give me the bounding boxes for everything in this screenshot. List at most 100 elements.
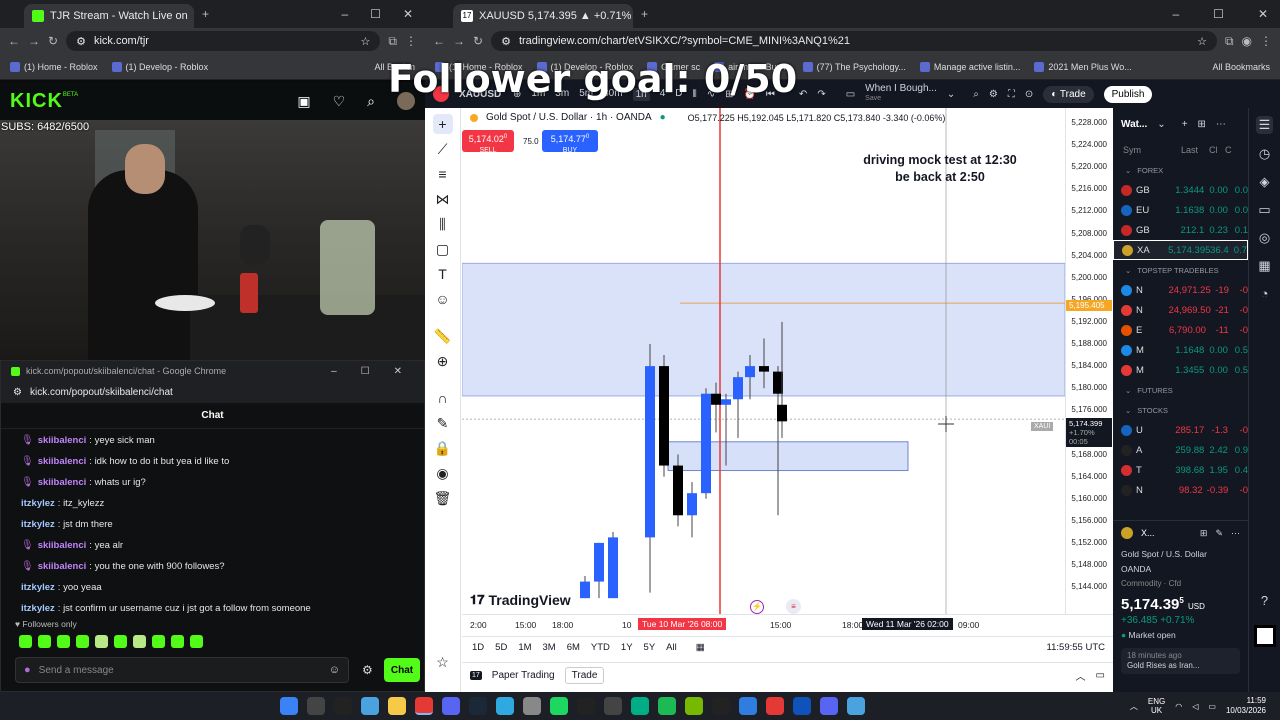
app-icon[interactable]	[712, 697, 730, 715]
file-explorer-icon[interactable]	[388, 697, 406, 715]
minimize-icon[interactable]: –	[341, 7, 348, 21]
snapshot-icon[interactable]: ⊙	[1025, 89, 1033, 100]
edit-icon[interactable]: ✎	[1215, 528, 1223, 539]
lock-drawing-icon[interactable]: ✎	[433, 413, 453, 433]
chat-input[interactable]: ● Send a message ☺	[15, 657, 349, 683]
watchlist-row[interactable]: T 398.68 1.95 0.4	[1113, 460, 1248, 480]
bookmark-item[interactable]: 2021 Men Plus Wo...	[1034, 61, 1132, 72]
watchlist-section[interactable]: ⌄ TOPSTEP TRADEBLES	[1113, 260, 1248, 280]
bookmark-item[interactable]: (1) Develop - Roblox	[111, 61, 208, 72]
crosshair-icon[interactable]: +	[432, 114, 453, 134]
chrome-icon[interactable]	[415, 697, 433, 715]
app-icon[interactable]	[766, 697, 784, 715]
xbox-icon[interactable]	[631, 697, 649, 715]
news-card[interactable]: 18 minutes ago Gold Rises as Iran...	[1121, 648, 1240, 674]
emoji-icon[interactable]: ☺	[329, 664, 340, 676]
back-icon[interactable]: ←	[433, 34, 445, 48]
favorites-star-icon[interactable]: ☆	[433, 652, 453, 672]
range-3M[interactable]: 3M	[543, 642, 556, 653]
zoom-icon[interactable]: ⊕	[433, 351, 453, 371]
menu-icon[interactable]: ⋮	[1260, 34, 1272, 48]
publish-button[interactable]: Publish	[1103, 85, 1153, 103]
watchlist-section[interactable]: ⌄ FUTURES	[1113, 380, 1248, 400]
shape-icon[interactable]: ▢	[433, 239, 453, 259]
ideas-icon[interactable]: ◎	[1259, 230, 1270, 246]
kick-logo[interactable]: KICK	[10, 90, 63, 113]
grid-icon[interactable]: ⊞	[1200, 528, 1208, 539]
watchlist-row[interactable]: N 24,971.25 -19 -0	[1113, 280, 1248, 300]
reload-icon[interactable]: ↻	[48, 34, 58, 48]
follow-heart-icon[interactable]: ♡	[333, 93, 346, 110]
watchlist-row[interactable]: A 259.88 2.42 0.9	[1113, 440, 1248, 460]
emote-icon[interactable]	[152, 635, 165, 648]
chart-pane[interactable]: Gold Spot / U.S. Dollar · 1h · OANDA ● O…	[462, 108, 1065, 636]
layout-box-icon[interactable]: ▭	[846, 89, 855, 100]
maximize-icon[interactable]: ☐	[1213, 7, 1224, 21]
watchlist-layout-icon[interactable]: ⊞	[1198, 119, 1206, 130]
redo-icon[interactable]: ↷	[817, 89, 825, 100]
battery-icon[interactable]: ▭	[1208, 702, 1216, 711]
menu-icon[interactable]: ⋮	[405, 34, 417, 48]
range-YTD[interactable]: YTD	[591, 642, 610, 653]
paper-trading-tab[interactable]: Paper Trading	[492, 670, 555, 681]
profile-icon[interactable]: ◉	[1242, 34, 1252, 48]
date-range-icon[interactable]: ▦	[696, 642, 705, 653]
range-1D[interactable]: 1D	[472, 642, 484, 653]
epic-icon[interactable]	[793, 697, 811, 715]
utc-clock[interactable]: 11:59:55 UTC	[1047, 642, 1105, 653]
chat-icon[interactable]: ▭	[1258, 202, 1270, 218]
range-All[interactable]: All	[666, 642, 677, 653]
watchlist-section[interactable]: ⌄ FOREX	[1113, 160, 1248, 180]
candle-body[interactable]	[777, 404, 787, 422]
search-icon[interactable]: ⌕	[973, 89, 979, 100]
watchlist-section[interactable]: ⌄ STOCKS	[1113, 400, 1248, 420]
candle-body[interactable]	[659, 366, 669, 466]
left-tab-tjr[interactable]: TJR Stream - Watch Live on ✕	[24, 4, 194, 28]
watchlist-row[interactable]: GB 212.1 0.23 0.1	[1113, 220, 1248, 240]
browse-icon[interactable]: ▣	[297, 93, 310, 110]
terminal-icon[interactable]	[334, 697, 352, 715]
watchlist-row[interactable]: U 285.17 -1.3 -0	[1113, 420, 1248, 440]
bookmark-star-icon[interactable]: ☆	[361, 35, 371, 48]
detail-symbol[interactable]: X...	[1141, 528, 1155, 538]
pattern-icon[interactable]: ⋈	[433, 189, 453, 209]
minimize-icon[interactable]: –	[1172, 7, 1179, 21]
tab-tradingview[interactable]: 17 XAUUSD 5,174.395 ▲ +0.71% \ ✕	[453, 4, 633, 28]
new-tab-icon[interactable]: +	[202, 7, 209, 21]
notifications-icon[interactable]: ◔	[1261, 286, 1269, 301]
extensions-icon[interactable]: ⧉	[1225, 34, 1234, 49]
collapse-icon[interactable]: ︿	[1076, 668, 1086, 683]
emote-icon[interactable]	[57, 635, 70, 648]
chevron-down-icon[interactable]: ⌄	[1157, 119, 1165, 130]
eye-icon[interactable]: ◉	[433, 463, 453, 483]
alerts-clock-icon[interactable]: ◷	[1259, 146, 1270, 162]
chat-username[interactable]: skiibalenci	[38, 540, 87, 551]
steam-icon[interactable]	[469, 697, 487, 715]
snipping-icon[interactable]	[361, 697, 379, 715]
site-info-icon[interactable]: ⚙	[501, 35, 511, 48]
ruler-icon[interactable]: 📏	[433, 326, 453, 346]
emote-icon[interactable]	[38, 635, 51, 648]
telegram-icon[interactable]	[496, 697, 514, 715]
chat-username[interactable]: itzkylez	[21, 519, 55, 530]
emote-icon[interactable]	[114, 635, 127, 648]
forward-icon[interactable]: →	[453, 34, 465, 48]
chat-username[interactable]: itzkylez	[21, 498, 55, 509]
bookmark-star-icon[interactable]: ☆	[1197, 35, 1207, 48]
app-icon[interactable]	[847, 697, 865, 715]
fullscreen-icon[interactable]: ⛶	[1008, 89, 1015, 100]
emote-icon[interactable]	[190, 635, 203, 648]
discord-icon[interactable]	[442, 697, 460, 715]
candle-body[interactable]	[608, 537, 618, 599]
bookmark-item[interactable]: Manage active listin...	[919, 61, 1020, 72]
tray-expand-icon[interactable]: ︿	[1130, 701, 1138, 712]
range-1M[interactable]: 1M	[518, 642, 531, 653]
close-window-icon[interactable]: ✕	[394, 366, 402, 377]
new-tab-icon[interactable]: +	[641, 7, 648, 21]
calendar-icon[interactable]: ▦	[1258, 258, 1270, 274]
search-icon[interactable]: ⌕	[367, 93, 375, 110]
candle-body[interactable]	[733, 377, 743, 400]
emote-icon[interactable]	[95, 635, 108, 648]
chat-username[interactable]: skiibalenci	[38, 561, 87, 572]
github-icon[interactable]	[523, 697, 541, 715]
